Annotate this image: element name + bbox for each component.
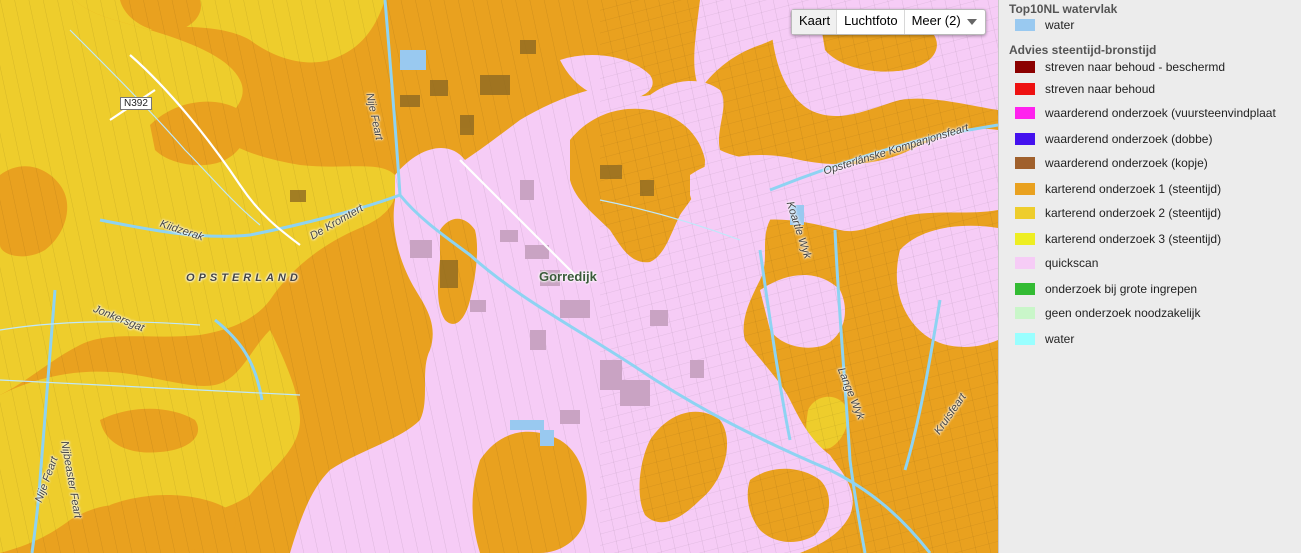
legend-swatch (1015, 133, 1035, 145)
legend-item-karterend-1: karterend onderzoek 1 (steentijd) (1015, 182, 1221, 196)
legend-swatch (1015, 233, 1035, 245)
label-place-gorredijk: Gorredijk (539, 269, 597, 284)
legend-panel: Top10NL watervlak water Advies steentijd… (998, 0, 1301, 553)
legend-swatch (1015, 61, 1035, 73)
legend-item-label: streven naar behoud (1045, 82, 1156, 96)
legend-item-waarderend-vuursteenvindplaats: waarderend onderzoek (vuursteenvindplaat (1015, 106, 1276, 120)
legend-item-streven-naar-behoud-beschermd: streven naar behoud - beschermd (1015, 60, 1225, 74)
map-layer (0, 0, 998, 553)
legend-item-label: streven naar behoud - beschermd (1045, 60, 1226, 74)
legend-group-title-top10nl: Top10NL watervlak (1009, 2, 1118, 16)
legend-item-water-advies: water (1015, 332, 1074, 346)
legend-item-label: quickscan (1045, 256, 1099, 270)
label-region-opsterland: OPSTERLAND (186, 272, 302, 284)
legend-item-geen-onderzoek: geen onderzoek noodzakelijk (1015, 306, 1200, 320)
legend-group-title-advies: Advies steentijd-bronstijd (1009, 43, 1157, 57)
legend-item-waarderend-dobbe: waarderend onderzoek (dobbe) (1015, 132, 1212, 146)
map-type-kaart-button[interactable]: Kaart (792, 10, 837, 34)
triangle-down-icon[interactable] (966, 19, 977, 25)
legend-swatch (1015, 183, 1035, 195)
legend-item-label: geen onderzoek noodzakelijk (1045, 306, 1201, 320)
legend-swatch (1015, 207, 1035, 219)
legend-item-label: waarderend onderzoek (kopje) (1045, 156, 1208, 170)
legend-item-label: water (1045, 332, 1075, 346)
map-type-control: Kaart Luchtfoto Meer (2) (791, 9, 986, 35)
legend-item-label: karterend onderzoek 1 (steentijd) (1045, 182, 1222, 196)
map-canvas[interactable]: N392 Nije Feart Kiidzerak De Kromtert OP… (0, 0, 998, 553)
legend-swatch (1015, 107, 1035, 119)
legend-item-karterend-2: karterend onderzoek 2 (steentijd) (1015, 206, 1221, 220)
legend-item-quickscan: quickscan (1015, 256, 1098, 270)
legend-item-onderzoek-grote-ingrepen: onderzoek bij grote ingrepen (1015, 282, 1197, 296)
legend-swatch (1015, 19, 1035, 31)
legend-item-waarderend-kopje: waarderend onderzoek (kopje) (1015, 156, 1208, 170)
legend-swatch (1015, 307, 1035, 319)
legend-item-label: karterend onderzoek 3 (steentijd) (1045, 232, 1222, 246)
map-type-luchtfoto-button[interactable]: Luchtfoto (836, 10, 904, 34)
legend-item-label: water (1045, 18, 1075, 32)
legend-swatch (1015, 157, 1035, 169)
legend-swatch (1015, 257, 1035, 269)
legend-item-label: karterend onderzoek 2 (steentijd) (1045, 206, 1222, 220)
parcel-lines-east (600, 0, 998, 553)
legend-item-label: waarderend onderzoek (vuursteenvindplaat (1045, 106, 1276, 120)
legend-swatch (1015, 283, 1035, 295)
legend-item-label: onderzoek bij grote ingrepen (1045, 282, 1198, 296)
map-type-meer-button[interactable]: Meer (2) (903, 10, 967, 34)
legend-item-label: waarderend onderzoek (dobbe) (1045, 132, 1213, 146)
legend-swatch (1015, 83, 1035, 95)
legend-item-karterend-3: karterend onderzoek 3 (steentijd) (1015, 232, 1221, 246)
legend-item-water-top10nl: water (1015, 18, 1074, 32)
legend-swatch (1015, 333, 1035, 345)
legend-item-streven-naar-behoud: streven naar behoud (1015, 82, 1155, 96)
road-shield-n392: N392 (120, 97, 152, 110)
